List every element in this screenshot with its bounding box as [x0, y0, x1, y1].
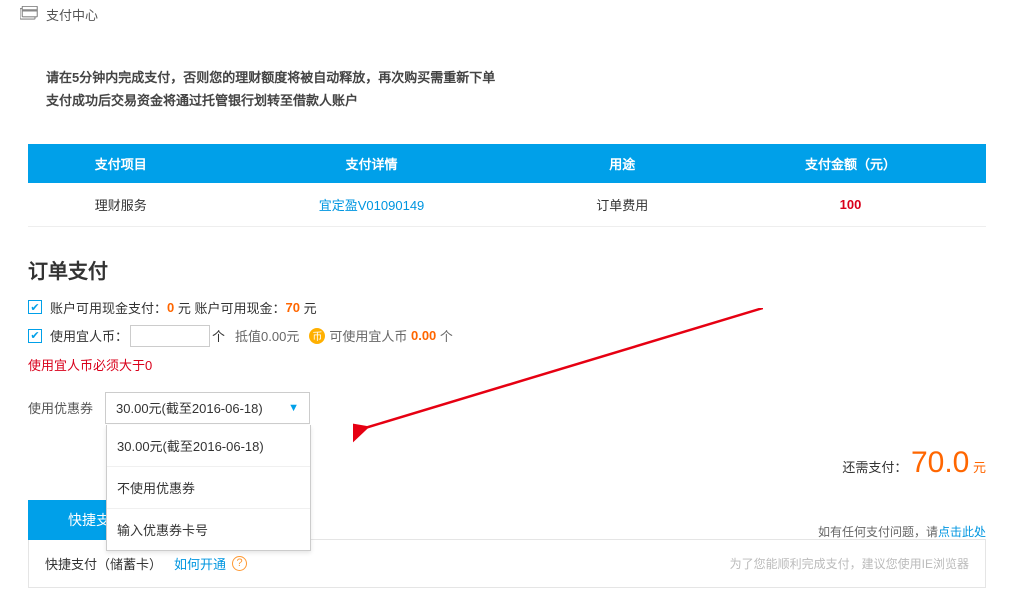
coupon-option-1[interactable]: 不使用优惠券 [107, 467, 310, 509]
coupon-selected-text: 30.00元(截至2016-06-18) [116, 398, 263, 417]
coupon-option-0[interactable]: 30.00元(截至2016-06-18) [107, 425, 310, 467]
notice-box: 请在5分钟内完成支付，否则您的理财额度将被自动释放，再次购买需重新下单 支付成功… [28, 54, 986, 126]
yibi-worth: 抵值0.00元 [235, 326, 299, 345]
question-icon[interactable]: ? [232, 556, 247, 571]
total-cash-label: 账户可用现金： [195, 298, 286, 317]
cash-checkbox[interactable]: ✔ [28, 300, 42, 314]
cash-label: 账户可用现金支付： [50, 298, 167, 317]
total-cash-value: 70 [286, 300, 300, 315]
coupon-option-2[interactable]: 输入优惠券卡号 [107, 509, 310, 550]
yibi-error: 使用宜人币必须大于0 [28, 355, 986, 374]
yibi-avail-value: 0.00 [411, 328, 436, 343]
cell-detail-link[interactable]: 宜定盈V01090149 [214, 183, 530, 227]
quickpay-title: 快捷支付（储蓄卡） [45, 554, 162, 573]
ie-hint: 为了您能顺利完成支付，建议您使用IE浏览器 [730, 555, 969, 572]
chevron-down-icon: ▼ [288, 402, 299, 414]
table-row: 理财服务 宜定盈V01090149 订单费用 100 [28, 183, 986, 227]
notice-line-1: 请在5分钟内完成支付，否则您的理财额度将被自动释放，再次购买需重新下单 [46, 66, 968, 89]
coin-icon: 币 [309, 328, 325, 344]
cash-value: 0 [167, 300, 174, 315]
notice-line-2: 支付成功后交易资金将通过托管银行划转至借款人账户 [46, 89, 968, 112]
yibi-unit: 个 [212, 326, 225, 345]
th-detail: 支付详情 [214, 144, 530, 183]
th-item: 支付项目 [28, 144, 214, 183]
cell-amount: 100 [715, 183, 986, 227]
cell-item: 理财服务 [28, 183, 214, 227]
payment-table: 支付项目 支付详情 用途 支付金额（元） 理财服务 宜定盈V01090149 订… [28, 144, 986, 227]
order-payment-title: 订单支付 [28, 255, 986, 284]
yibi-checkbox[interactable]: ✔ [28, 329, 42, 343]
yibi-label: 使用宜人币： [50, 326, 128, 345]
due-unit: 元 [973, 460, 986, 475]
due-label: 还需支付： [842, 460, 907, 475]
cell-usage: 订单费用 [530, 183, 716, 227]
howto-link[interactable]: 如何开通 [174, 554, 226, 573]
help-text: 如有任何支付问题，请点击此处 [818, 523, 986, 540]
th-usage: 用途 [530, 144, 716, 183]
page-title: 支付中心 [46, 5, 98, 24]
yibi-input[interactable] [130, 325, 210, 347]
th-amount: 支付金额（元） [715, 144, 986, 183]
help-link[interactable]: 点击此处 [938, 525, 986, 539]
wallet-icon [20, 6, 38, 23]
due-amount: 70.0 [911, 446, 969, 479]
coupon-label: 使用优惠券 [28, 398, 93, 417]
yibi-avail-prefix: 可使用宜人币 [329, 326, 407, 345]
coupon-dropdown: 30.00元(截至2016-06-18) 不使用优惠券 输入优惠券卡号 [106, 425, 311, 551]
coupon-select[interactable]: 30.00元(截至2016-06-18) ▼ 30.00元(截至2016-06-… [105, 392, 310, 424]
